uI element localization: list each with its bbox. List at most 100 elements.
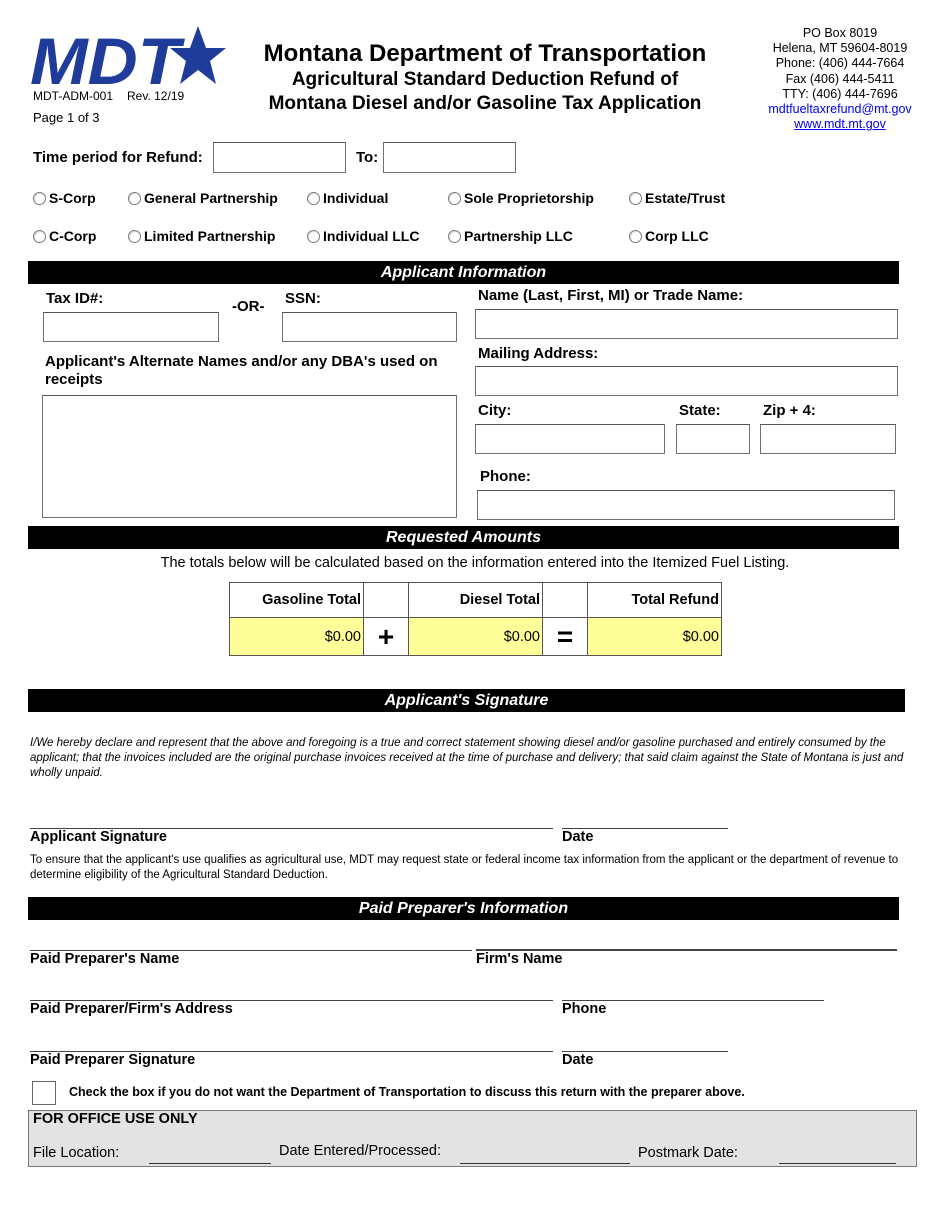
date-entered-line	[460, 1163, 630, 1164]
city-line: Helena, MT 59604-8019	[772, 41, 908, 56]
contact-block: PO Box 8019 Helena, MT 59604-8019 Phone:…	[745, 26, 935, 132]
page-number: Page 1 of 3	[33, 110, 100, 125]
radio-label: C-Corp	[49, 228, 97, 244]
agricultural-use-note: To ensure that the applicant's use quali…	[30, 854, 899, 881]
mdt-logo: MDT	[28, 24, 228, 98]
applicant-signature-label: Applicant Signature	[30, 829, 167, 845]
tty: TTY: (406) 444-7696	[782, 86, 898, 101]
diesel-total-value: $0.00	[408, 617, 543, 656]
preparer-name-label: Paid Preparer's Name	[30, 951, 180, 967]
radio-corp-llc[interactable]: Corp LLC	[629, 228, 709, 244]
radio-circle[interactable]	[33, 191, 46, 205]
phone-input[interactable]	[477, 490, 895, 520]
radio-partnership-llc[interactable]: Partnership LLC	[448, 228, 573, 244]
radio-label: S-Corp	[49, 190, 96, 206]
subtitle-line2: Montana Diesel and/or Gasoline Tax Appli…	[268, 93, 702, 114]
office-use-box: FOR OFFICE USE ONLY File Location: Date …	[28, 1110, 917, 1167]
city-input[interactable]	[475, 424, 665, 454]
radio-circle[interactable]	[307, 191, 320, 205]
radio-label: Individual LLC	[323, 228, 420, 244]
subtitle-line1: Agricultural Standard Deduction Refund o…	[291, 69, 679, 90]
revision: Rev. 12/19	[127, 89, 185, 103]
mailing-address-input[interactable]	[475, 366, 898, 396]
city-label: City:	[478, 402, 512, 419]
radio-sole-proprietorship[interactable]: Sole Proprietorship	[448, 190, 594, 206]
mailing-address-label: Mailing Address:	[478, 345, 599, 362]
spacer-cell	[542, 582, 588, 618]
amounts-note: The totals below will be calculated base…	[160, 555, 790, 571]
radio-circle[interactable]	[128, 191, 141, 205]
preparer-date-label: Date	[562, 1052, 594, 1068]
radio-circle[interactable]	[307, 229, 320, 243]
time-period-from-input[interactable]	[213, 142, 346, 173]
gasoline-total-value: $0.00	[229, 617, 364, 656]
radio-label: Sole Proprietorship	[464, 190, 594, 206]
ssn-input[interactable]	[282, 312, 457, 342]
alt-names-label: Applicant's Alternate Names and/or any D…	[45, 353, 438, 388]
radio-circle[interactable]	[629, 191, 642, 205]
fax: Fax (406) 444-5411	[785, 71, 895, 86]
postmark-date-line	[779, 1163, 896, 1164]
state-input[interactable]	[676, 424, 750, 454]
page-title: Montana Department of Transportation	[263, 40, 707, 67]
postmark-date-label: Postmark Date:	[638, 1145, 738, 1161]
or-label: -OR-	[232, 298, 265, 315]
time-period-label: Time period for Refund:	[33, 149, 203, 166]
opt-out-label: Check the box if you do not want the Dep…	[69, 1085, 745, 1099]
radio-estate-trust[interactable]: Estate/Trust	[629, 190, 725, 206]
file-location-label: File Location:	[33, 1145, 120, 1161]
radio-circle[interactable]	[448, 229, 461, 243]
form-id: MDT-ADM-001 Rev. 12/19	[33, 89, 184, 103]
diesel-total-header: Diesel Total	[408, 582, 543, 618]
file-location-line	[149, 1163, 271, 1164]
total-refund-value: $0.00	[587, 617, 722, 656]
phone: Phone: (406) 444-7664	[775, 56, 905, 71]
radio-circle[interactable]	[448, 191, 461, 205]
radio-label: Limited Partnership	[144, 228, 276, 244]
radio-general-partnership[interactable]: General Partnership	[128, 190, 278, 206]
website-link[interactable]: www.mdt.mt.gov	[745, 117, 935, 132]
radio-circle[interactable]	[629, 229, 642, 243]
ssn-label: SSN:	[285, 290, 321, 307]
preparer-phone-label: Phone	[562, 1001, 607, 1017]
radio-limited-partnership[interactable]: Limited Partnership	[128, 228, 275, 244]
date-entered-label: Date Entered/Processed:	[279, 1143, 442, 1159]
plus-icon: +	[363, 617, 409, 656]
amounts-table: Gasoline Total Diesel Total Total Refund…	[229, 582, 722, 656]
declaration-text: I/We hereby declare and represent that t…	[30, 737, 904, 779]
radio-circle[interactable]	[33, 229, 46, 243]
radio-label: Estate/Trust	[645, 190, 726, 206]
radio-label: General Partnership	[144, 190, 278, 206]
radio-label: Corp LLC	[645, 228, 709, 244]
applicant-date-label: Date	[562, 829, 594, 845]
zip-label: Zip + 4:	[763, 402, 816, 419]
zip-input[interactable]	[760, 424, 896, 454]
po-box: PO Box 8019	[802, 26, 878, 40]
equals-icon: =	[542, 617, 588, 656]
state-label: State:	[679, 402, 721, 419]
alt-names-textarea[interactable]	[42, 395, 457, 518]
firm-name-label: Firm's Name	[476, 951, 563, 967]
preparer-signature-label: Paid Preparer Signature	[30, 1052, 196, 1068]
spacer-cell	[363, 582, 409, 618]
radio-s-corp[interactable]: S-Corp	[33, 190, 96, 206]
radio-individual-llc[interactable]: Individual LLC	[307, 228, 419, 244]
title-block: Montana Department of Transportation Agr…	[240, 40, 730, 116]
time-period-to-input[interactable]	[383, 142, 516, 173]
radio-individual[interactable]: Individual	[307, 190, 388, 206]
name-label: Name (Last, First, MI) or Trade Name:	[478, 287, 744, 304]
gasoline-total-header: Gasoline Total	[229, 582, 364, 618]
name-input[interactable]	[475, 309, 898, 339]
time-period-to-label: To:	[356, 149, 379, 166]
radio-circle[interactable]	[128, 229, 141, 243]
form-number: MDT-ADM-001	[33, 89, 114, 103]
radio-c-corp[interactable]: C-Corp	[33, 228, 96, 244]
logo-text: MDT	[30, 24, 185, 90]
office-use-title: FOR OFFICE USE ONLY	[33, 1111, 198, 1127]
radio-label: Partnership LLC	[464, 228, 573, 244]
section-applicant-info: Applicant Information	[28, 261, 899, 284]
tax-id-input[interactable]	[43, 312, 219, 342]
email-link[interactable]: mdtfueltaxrefund@mt.gov	[745, 102, 935, 117]
opt-out-checkbox[interactable]	[32, 1081, 56, 1105]
radio-label: Individual	[323, 190, 389, 206]
